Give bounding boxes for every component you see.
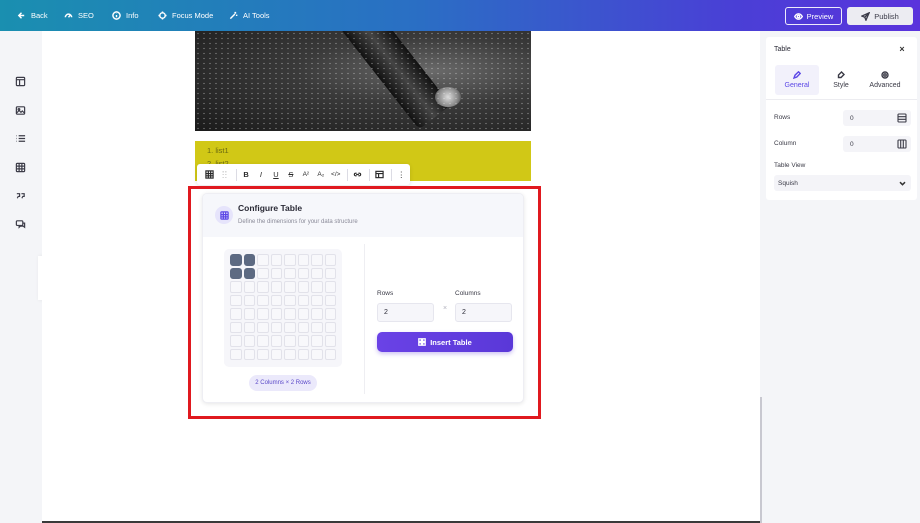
brush-icon [837,71,845,79]
eye-icon [793,12,803,20]
table-icon [205,170,214,179]
toolbar-divider [347,168,349,181]
toolbar-divider [391,168,393,181]
bottle-image[interactable] [195,31,531,131]
left-toolbar [0,31,41,523]
publish-label: Publish [874,11,899,21]
italic-button[interactable]: I [255,168,267,182]
rows-icon [897,113,907,123]
info-label: Info [126,11,139,20]
toolbar-divider [235,168,237,181]
chevron-down-icon [899,181,906,186]
table-view-label: Table View [774,162,806,169]
table-options-button[interactable] [373,168,385,182]
preview-label: Preview [806,11,834,21]
close-icon[interactable]: × [897,44,907,54]
focus-mode-button[interactable]: Focus Mode [157,0,213,31]
publish-button[interactable]: Publish [847,7,913,25]
rows-field-value: 0 [850,114,854,122]
list-item-text: list1 [215,146,229,155]
superscript-button[interactable]: A² [300,168,312,182]
format-toolbar: B I U S A² A₂ </> ⋮ [197,164,410,185]
tab-style-label: Style [833,82,849,89]
list-item[interactable]: 1. list1 [207,144,229,157]
tab-general-label: General [784,82,810,89]
tab-advanced[interactable]: Advanced [863,65,907,95]
preview-button[interactable]: Preview [785,7,842,25]
highlight-box [188,186,541,419]
rows-field-label: Rows [774,114,791,121]
drag-dots-icon [222,171,227,178]
seo-button[interactable]: SEO [63,0,94,31]
table-settings-panel: Table × General Style Advanced Rows 0 Co… [766,37,917,200]
drag-handle[interactable] [218,168,230,182]
tab-style[interactable]: Style [819,65,863,95]
link-icon [353,172,362,177]
top-bar: Back SEO Info Focus Mode AI Tools Previe… [0,0,920,31]
seo-label: SEO [78,11,94,20]
canvas-scrollbar[interactable] [760,397,762,523]
back-label: Back [31,11,48,20]
chat-icon[interactable] [13,217,27,231]
send-icon [861,11,871,21]
pencil-icon [793,71,801,79]
underline-button[interactable]: U [270,168,282,182]
gear-icon [881,71,889,79]
table-view-select[interactable]: Squish [774,175,911,191]
arrow-left-icon [16,11,26,21]
column-field[interactable]: 0 [843,136,911,152]
info-icon [111,11,121,21]
column-field-value: 0 [850,140,854,148]
table-icon[interactable] [13,160,27,174]
columns-icon [897,139,907,149]
back-button[interactable]: Back [16,0,48,31]
info-button[interactable]: Info [111,0,139,31]
ai-tools-label: AI Tools [243,11,270,20]
crosshair-icon [157,11,167,21]
magic-wand-icon [228,11,238,21]
table-block-button[interactable] [203,168,215,182]
table-view-value: Squish [778,179,798,187]
code-button[interactable]: </> [330,168,342,182]
gauge-icon [63,11,73,21]
focus-mode-label: Focus Mode [172,11,214,20]
image-icon[interactable] [13,103,27,117]
panel-title: Table [774,46,791,53]
more-options-button[interactable]: ⋮ [395,168,407,182]
column-field-label: Column [774,140,797,147]
layout-icon[interactable] [13,74,27,88]
link-button[interactable] [351,168,363,182]
subscript-button[interactable]: A₂ [315,168,327,182]
ai-tools-button[interactable]: AI Tools [228,0,270,31]
list-icon[interactable] [13,131,27,145]
toolbar-divider [369,168,371,181]
bold-button[interactable]: B [240,168,252,182]
rows-field[interactable]: 0 [843,110,911,126]
tab-general[interactable]: General [775,65,819,95]
water-droplets [195,31,531,131]
strikethrough-button[interactable]: S [285,168,297,182]
table-settings-icon [375,170,384,179]
quote-icon[interactable] [13,188,27,202]
tab-advanced-label: Advanced [869,82,901,89]
panel-divider [766,99,917,100]
